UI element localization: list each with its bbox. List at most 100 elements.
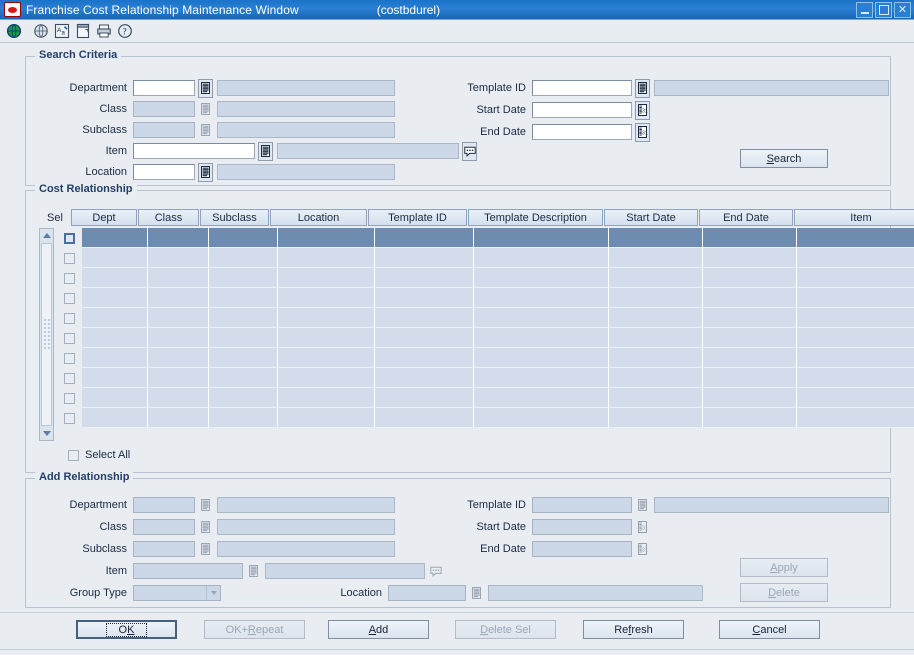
table-cell[interactable] — [703, 388, 797, 408]
row-checkbox[interactable] — [63, 372, 75, 384]
lov-icon[interactable] — [258, 141, 273, 161]
table-row[interactable] — [56, 248, 914, 268]
table-row[interactable] — [56, 408, 914, 428]
comment-icon[interactable] — [462, 141, 477, 161]
footer-button-cancel[interactable]: Cancel — [719, 620, 820, 639]
table-row[interactable] — [56, 348, 914, 368]
table-cell[interactable] — [474, 248, 609, 268]
row-checkbox[interactable] — [63, 292, 75, 304]
row-select-cell[interactable] — [56, 288, 82, 308]
row-checkbox[interactable] — [63, 412, 75, 424]
table-cell[interactable] — [209, 288, 278, 308]
spellcheck-icon[interactable]: Aa — [51, 21, 72, 42]
table-cell[interactable] — [148, 248, 209, 268]
column-header-template-id[interactable]: Template ID — [368, 209, 467, 226]
table-cell[interactable] — [209, 408, 278, 428]
table-row[interactable] — [56, 328, 914, 348]
column-header-item[interactable]: Item — [794, 209, 914, 226]
scrollbar-track[interactable] — [41, 243, 52, 426]
help-icon[interactable]: ? — [114, 21, 135, 42]
table-cell[interactable] — [278, 368, 375, 388]
table-cell[interactable] — [703, 328, 797, 348]
globe-color-icon[interactable] — [3, 21, 24, 42]
table-cell[interactable] — [797, 248, 914, 268]
search-start-date-input[interactable] — [532, 102, 632, 118]
row-checkbox[interactable] — [63, 252, 75, 264]
table-cell[interactable] — [209, 368, 278, 388]
table-cell[interactable] — [797, 268, 914, 288]
search-end-date-input[interactable] — [532, 124, 632, 140]
table-row[interactable] — [56, 268, 914, 288]
table-cell[interactable] — [703, 308, 797, 328]
table-cell[interactable] — [703, 228, 797, 248]
table-cell[interactable] — [609, 288, 703, 308]
column-header-location[interactable]: Location — [270, 209, 367, 226]
calendar-icon[interactable]: 31 — [635, 122, 650, 142]
row-checkbox[interactable] — [63, 332, 75, 344]
print-icon[interactable] — [93, 21, 114, 42]
maximize-button[interactable] — [875, 2, 892, 18]
table-cell[interactable] — [209, 248, 278, 268]
table-cell[interactable] — [609, 388, 703, 408]
table-cell[interactable] — [797, 288, 914, 308]
table-cell[interactable] — [703, 408, 797, 428]
table-cell[interactable] — [703, 248, 797, 268]
row-checkbox[interactable] — [63, 352, 75, 364]
lov-icon[interactable] — [198, 78, 213, 98]
table-cell[interactable] — [148, 308, 209, 328]
scrollbar-grip[interactable] — [43, 318, 50, 352]
table-vertical-scrollbar[interactable] — [39, 228, 54, 441]
table-cell[interactable] — [703, 288, 797, 308]
table-cell[interactable] — [209, 348, 278, 368]
globe-grey-icon[interactable] — [30, 21, 51, 42]
table-cell[interactable] — [148, 288, 209, 308]
table-cell[interactable] — [375, 328, 474, 348]
table-cell[interactable] — [148, 408, 209, 428]
table-cell[interactable] — [82, 228, 148, 248]
table-cell[interactable] — [797, 368, 914, 388]
table-cell[interactable] — [609, 328, 703, 348]
footer-button-ok[interactable]: OK — [76, 620, 177, 639]
close-button[interactable]: ✕ — [894, 2, 911, 18]
select-all-checkbox[interactable] — [68, 449, 79, 461]
table-cell[interactable] — [82, 308, 148, 328]
table-cell[interactable] — [609, 228, 703, 248]
table-cell[interactable] — [474, 388, 609, 408]
column-header-template-description[interactable]: Template Description — [468, 209, 603, 226]
column-header-dept[interactable]: Dept — [71, 209, 137, 226]
table-cell[interactable] — [609, 308, 703, 328]
table-cell[interactable] — [278, 408, 375, 428]
minimize-button[interactable] — [856, 2, 873, 18]
table-cell[interactable] — [278, 328, 375, 348]
table-cell[interactable] — [278, 308, 375, 328]
table-row[interactable] — [56, 368, 914, 388]
table-cell[interactable] — [375, 228, 474, 248]
table-cell[interactable] — [474, 268, 609, 288]
table-cell[interactable] — [82, 348, 148, 368]
search-department-input[interactable] — [133, 80, 195, 96]
table-cell[interactable] — [474, 288, 609, 308]
table-cell[interactable] — [797, 308, 914, 328]
column-header-subclass[interactable]: Subclass — [200, 209, 269, 226]
table-cell[interactable] — [278, 288, 375, 308]
table-cell[interactable] — [82, 388, 148, 408]
table-cell[interactable] — [797, 228, 914, 248]
table-cell[interactable] — [703, 348, 797, 368]
table-cell[interactable] — [148, 388, 209, 408]
search-location-input[interactable] — [133, 164, 195, 180]
table-cell[interactable] — [148, 368, 209, 388]
row-checkbox[interactable] — [63, 232, 75, 244]
table-cell[interactable] — [82, 328, 148, 348]
chevron-down-icon[interactable] — [206, 586, 220, 600]
row-select-cell[interactable] — [56, 248, 82, 268]
row-select-cell[interactable] — [56, 328, 82, 348]
table-cell[interactable] — [375, 388, 474, 408]
table-cell[interactable] — [209, 388, 278, 408]
row-select-cell[interactable] — [56, 228, 82, 248]
table-cell[interactable] — [797, 328, 914, 348]
table-cell[interactable] — [209, 328, 278, 348]
row-select-cell[interactable] — [56, 408, 82, 428]
table-row[interactable] — [56, 308, 914, 328]
row-select-cell[interactable] — [56, 388, 82, 408]
table-cell[interactable] — [82, 368, 148, 388]
